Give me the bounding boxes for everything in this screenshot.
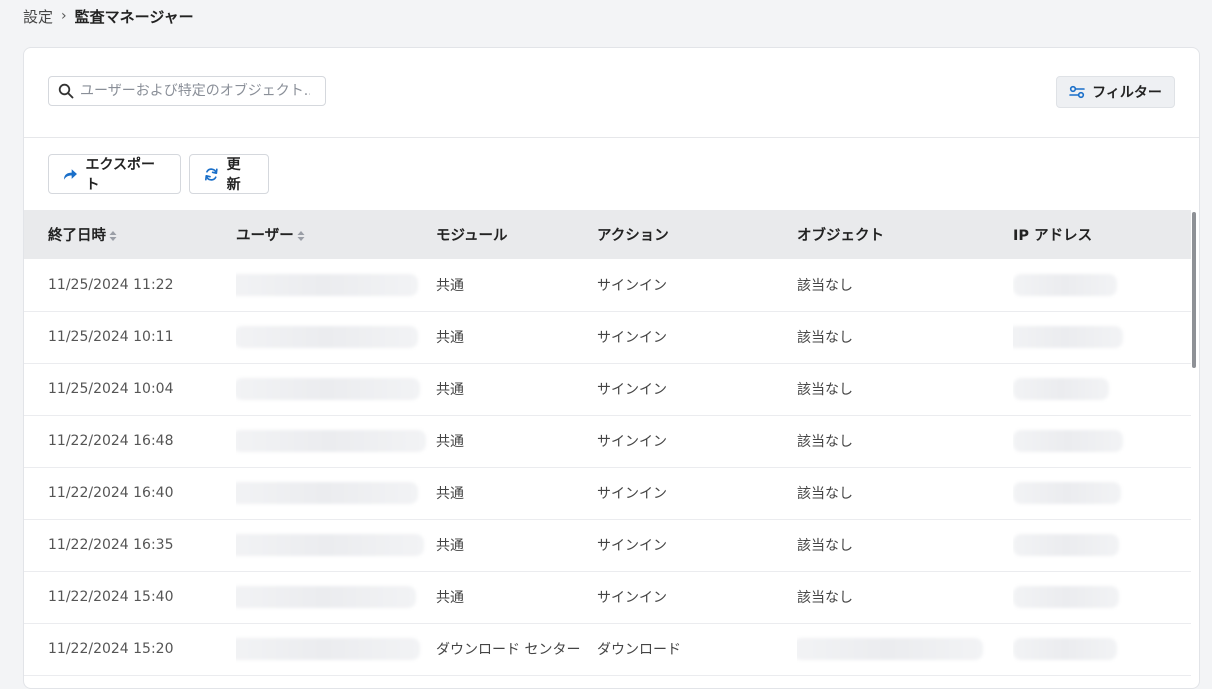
cell-datetime: 11/25/2024 11:22 xyxy=(48,276,174,293)
refresh-button-label: 更新 xyxy=(226,157,241,193)
table-row[interactable]: 11/22/2024 16:48 共通 サインイン 該当なし xyxy=(24,415,1191,467)
table-scrollbar[interactable] xyxy=(1192,212,1196,368)
cell-user-redacted xyxy=(236,259,436,311)
cell-user-redacted xyxy=(236,623,436,675)
cell-ip-redacted xyxy=(1013,571,1191,623)
sort-icon xyxy=(109,231,117,241)
table-row[interactable]: 11/22/2024 16:40 共通 サインイン 該当なし xyxy=(24,467,1191,519)
cell-ip-redacted xyxy=(1013,415,1191,467)
cell-object: 該当なし xyxy=(797,382,853,398)
cell-module: 共通 xyxy=(436,382,464,398)
cell-object: 該当なし xyxy=(797,277,853,294)
search-box[interactable] xyxy=(48,76,326,106)
cell-object: 該当なし xyxy=(797,486,853,502)
refresh-icon xyxy=(205,167,218,181)
cell-action: サインイン xyxy=(597,590,667,606)
cell-ip-redacted xyxy=(1013,467,1191,519)
table-row[interactable]: 11/22/2024 15:20 ダウンロード センター ダウンロード xyxy=(24,623,1191,675)
table-row[interactable]: 11/22/2024 15:40 共通 サインイン 該当なし xyxy=(24,571,1191,623)
export-button[interactable]: エクスポート xyxy=(48,154,181,194)
column-header-ip-address: IP アドレス xyxy=(1013,228,1093,244)
cell-datetime: 11/22/2024 15:40 xyxy=(48,589,174,605)
cell-action: サインイン xyxy=(597,434,667,450)
audit-table: 終了日時 ユーザー モジュール アクション オブジェクト IP アドレス 11/… xyxy=(24,210,1191,676)
table-row[interactable]: 11/25/2024 11:22 共通 サインイン 該当なし xyxy=(24,259,1191,311)
cell-ip-redacted xyxy=(1013,311,1191,363)
filter-button-label: フィルター xyxy=(1092,85,1162,101)
cell-action: サインイン xyxy=(597,277,667,294)
filter-button[interactable]: フィルター xyxy=(1056,76,1175,108)
breadcrumb: 設定 › 監査マネージャー xyxy=(23,5,194,27)
action-bar: エクスポート 更新 xyxy=(24,138,1199,210)
cell-module: 共通 xyxy=(436,434,464,450)
column-header-user[interactable]: ユーザー xyxy=(236,210,436,259)
cell-datetime: 11/25/2024 10:11 xyxy=(48,329,174,345)
cell-action: サインイン xyxy=(597,486,667,502)
cell-object: 該当なし xyxy=(797,330,853,346)
cell-ip-redacted xyxy=(1013,259,1191,311)
top-bar: フィルター xyxy=(24,48,1199,138)
cell-module: 共通 xyxy=(436,538,464,554)
refresh-button[interactable]: 更新 xyxy=(189,154,269,194)
cell-action: サインイン xyxy=(597,330,667,346)
cell-datetime: 11/22/2024 16:48 xyxy=(48,433,174,449)
audit-table-container: 終了日時 ユーザー モジュール アクション オブジェクト IP アドレス 11/… xyxy=(24,210,1199,688)
cell-user-redacted xyxy=(236,415,436,467)
cell-user-redacted xyxy=(236,363,436,415)
export-button-label: エクスポート xyxy=(85,157,156,193)
page-title: 監査マネージャー xyxy=(74,7,194,26)
cell-datetime: 11/22/2024 15:20 xyxy=(48,641,174,657)
table-header-row: 終了日時 ユーザー モジュール アクション オブジェクト IP アドレス xyxy=(24,210,1191,259)
table-row[interactable]: 11/22/2024 16:35 共通 サインイン 該当なし xyxy=(24,519,1191,571)
cell-module: 共通 xyxy=(436,277,464,294)
cell-user-redacted xyxy=(236,467,436,519)
cell-module: 共通 xyxy=(436,330,464,346)
share-arrow-icon xyxy=(63,168,77,180)
chevron-right-icon: › xyxy=(61,8,67,24)
cell-datetime: 11/25/2024 10:04 xyxy=(48,381,174,397)
cell-ip-redacted xyxy=(1013,519,1191,571)
cell-action: サインイン xyxy=(597,538,667,554)
cell-module: 共通 xyxy=(436,486,464,502)
cell-module: 共通 xyxy=(436,590,464,606)
sliders-icon xyxy=(1069,85,1085,99)
cell-action: サインイン xyxy=(597,382,667,398)
table-row[interactable]: 11/25/2024 10:11 共通 サインイン 該当なし xyxy=(24,311,1191,363)
cell-object: 該当なし xyxy=(797,434,853,450)
breadcrumb-settings-link[interactable]: 設定 xyxy=(23,6,53,27)
search-input[interactable] xyxy=(80,83,310,99)
cell-object-redacted xyxy=(797,623,1013,675)
audit-card: フィルター エクスポート 更新 xyxy=(23,47,1200,689)
cell-user-redacted xyxy=(236,311,436,363)
column-header-action: アクション xyxy=(597,228,669,244)
cell-user-redacted xyxy=(236,571,436,623)
cell-ip-redacted xyxy=(1013,623,1191,675)
cell-datetime: 11/22/2024 16:35 xyxy=(48,537,174,553)
cell-user-redacted xyxy=(236,519,436,571)
column-header-module: モジュール xyxy=(436,228,508,244)
column-header-object: オブジェクト xyxy=(797,228,884,244)
column-header-end-time[interactable]: 終了日時 xyxy=(24,210,236,259)
cell-action: ダウンロード xyxy=(597,642,681,658)
sort-icon xyxy=(297,231,305,241)
cell-object: 該当なし xyxy=(797,590,853,606)
cell-datetime: 11/22/2024 16:40 xyxy=(48,485,174,501)
search-icon xyxy=(58,83,74,99)
cell-ip-redacted xyxy=(1013,363,1191,415)
table-row[interactable]: 11/25/2024 10:04 共通 サインイン 該当なし xyxy=(24,363,1191,415)
cell-module: ダウンロード センター xyxy=(436,642,581,658)
cell-object: 該当なし xyxy=(797,538,853,554)
